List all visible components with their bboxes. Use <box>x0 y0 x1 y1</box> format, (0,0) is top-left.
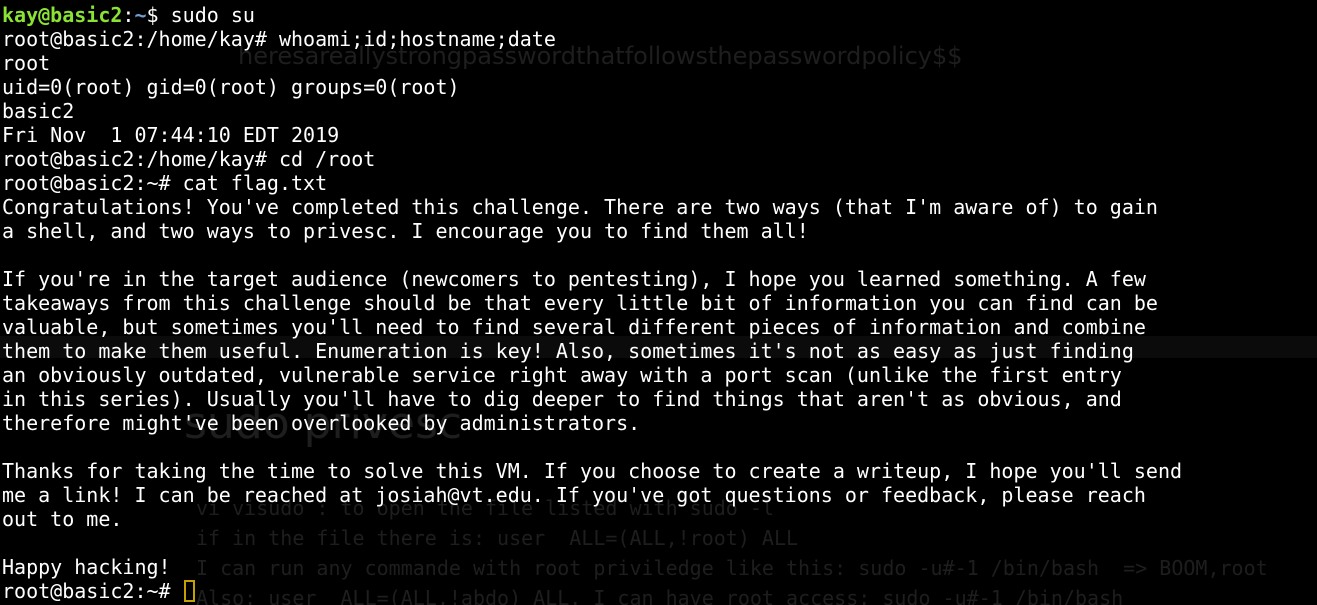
terminal-line: me a link! I can be reached at josiah@vt… <box>2 483 1146 507</box>
terminal-line: root@basic2:/home/kay# cd /root <box>2 147 376 171</box>
terminal-line: Congratulations! You've completed this c… <box>2 195 1158 219</box>
prompt-symbol: $ <box>146 3 171 27</box>
terminal-line: uid=0(root) gid=0(root) groups=0(root) <box>2 75 460 99</box>
text-cursor[interactable] <box>183 580 195 602</box>
terminal-line: a shell, and two ways to privesc. I enco… <box>2 219 809 243</box>
terminal-line: Happy hacking! <box>2 555 171 579</box>
terminal-line: an obviously outdated, vulnerable servic… <box>2 363 1122 387</box>
prompt-user-host: kay@basic2 <box>2 3 123 27</box>
prompt-path: ~ <box>134 3 147 27</box>
root-prompt: root@basic2:~# <box>2 579 183 603</box>
terminal-line: Fri Nov 1 07:44:10 EDT 2019 <box>2 123 340 147</box>
terminal-output: kay@basic2:~$ sudo su root@basic2:/home/… <box>2 3 1182 603</box>
terminal-line: valuable, but sometimes you'll need to f… <box>2 315 1146 339</box>
active-prompt-line[interactable]: root@basic2:~# <box>2 579 1182 603</box>
terminal-line: them to make them useful. Enumeration is… <box>2 339 1134 363</box>
terminal-line: If you're in the target audience (newcom… <box>2 267 1146 291</box>
terminal-line: basic2 <box>2 99 75 123</box>
user-prompt-line: kay@basic2:~$ sudo su <box>2 3 1182 27</box>
terminal-line: root@basic2:~# cat flag.txt <box>2 171 328 195</box>
terminal-line: therefore might've been overlooked by ad… <box>2 411 641 435</box>
terminal-line: in this series). Usually you'll have to … <box>2 387 1122 411</box>
terminal-line: out to me. <box>2 507 123 531</box>
terminal-line: takeaways from this challenge should be … <box>2 291 1158 315</box>
prompt-command: sudo su <box>170 3 255 27</box>
terminal-line: root@basic2:/home/kay# whoami;id;hostnam… <box>2 27 556 51</box>
prompt-colon: : <box>122 3 135 27</box>
terminal-line: Thanks for taking the time to solve this… <box>2 459 1183 483</box>
terminal-line: root <box>2 51 51 75</box>
terminal-window[interactable]: heresareallystrongpasswordthatfollowsthe… <box>0 0 1317 605</box>
